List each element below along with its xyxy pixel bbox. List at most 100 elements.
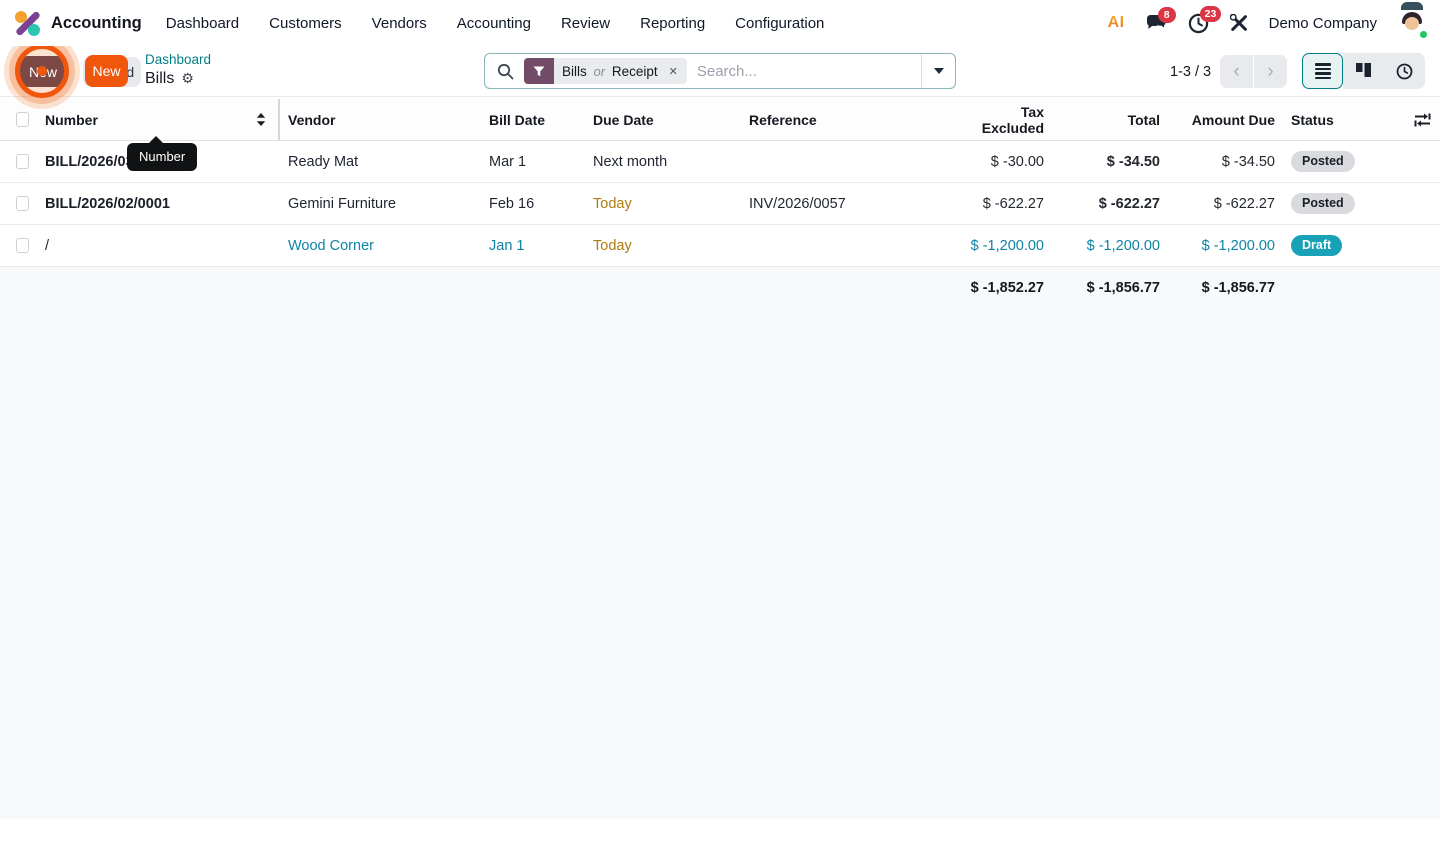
- vendor: Ready Mat: [280, 141, 481, 182]
- settings-gear-icon[interactable]: ⚙: [181, 70, 194, 88]
- table-row[interactable]: BILL/2026/03/0001 Ready Mat Mar 1 Next m…: [0, 141, 1440, 183]
- reference: INV/2026/0057: [741, 183, 953, 224]
- optional-columns-icon[interactable]: [1413, 99, 1432, 140]
- breadcrumb-dashboard-link[interactable]: Dashboard: [145, 52, 211, 69]
- vendor: Wood Corner: [280, 225, 481, 266]
- status-badge: Posted: [1291, 151, 1355, 172]
- search-input[interactable]: [697, 63, 921, 80]
- sort-icon: [256, 113, 270, 126]
- row-checkbox[interactable]: [16, 196, 29, 211]
- tax-excluded: $ -30.00: [953, 141, 1052, 182]
- online-status-dot: [1418, 29, 1429, 40]
- menu-accounting[interactable]: Accounting: [457, 15, 531, 32]
- menu-configuration[interactable]: Configuration: [735, 15, 824, 32]
- due-date: Today: [585, 183, 741, 224]
- table-row[interactable]: BILL/2026/02/0001 Gemini Furniture Feb 1…: [0, 183, 1440, 225]
- bill-number: BILL/2026/02/0001: [37, 183, 280, 224]
- list-view-icon: [1315, 63, 1331, 79]
- user-avatar[interactable]: [1398, 9, 1426, 37]
- amount-due: $ -622.27: [1168, 183, 1283, 224]
- table-header-row: Number Vendor Bill Date Due Date Referen…: [0, 99, 1440, 141]
- new-button[interactable]: New: [85, 55, 128, 87]
- total: $ -622.27: [1052, 183, 1168, 224]
- wrench-screwdriver-icon: [1230, 14, 1248, 32]
- messages-count-badge: 8: [1158, 7, 1176, 23]
- bill-date: Jan 1: [481, 225, 585, 266]
- menu-review[interactable]: Review: [561, 15, 610, 32]
- table-footer-area: $ -1,852.27 $ -1,856.77 $ -1,856.77: [0, 267, 1440, 819]
- status-badge: Posted: [1291, 193, 1355, 214]
- app-title[interactable]: Accounting: [51, 14, 142, 33]
- total: $ -1,200.00: [1052, 225, 1168, 266]
- column-header-due-date[interactable]: Due Date: [585, 99, 741, 140]
- facet-value-receipt: Receipt: [612, 64, 658, 79]
- column-header-bill-date[interactable]: Bill Date: [481, 99, 585, 140]
- reference: [741, 141, 953, 182]
- page-title: Bills: [145, 69, 174, 89]
- tools-icon[interactable]: [1230, 14, 1248, 32]
- bills-list-view: Number Vendor Bill Date Due Date Referen…: [0, 99, 1440, 819]
- messages-icon[interactable]: 8: [1146, 14, 1167, 33]
- view-kanban-button[interactable]: [1343, 53, 1384, 89]
- status-badge: Draft: [1291, 235, 1342, 256]
- total-tax-excluded: $ -1,852.27: [953, 267, 1052, 309]
- activities-count-badge: 23: [1200, 6, 1222, 22]
- search-facet-bills-or-receipt: Bills or Receipt ✕: [524, 58, 687, 84]
- activity-view-icon: [1396, 63, 1413, 80]
- pager-range: 1-3 / 3: [1170, 46, 1211, 97]
- amount-due: $ -1,200.00: [1168, 225, 1283, 266]
- total-amount-due: $ -1,856.77: [1168, 267, 1283, 309]
- menu-vendors[interactable]: Vendors: [372, 15, 427, 32]
- menu-dashboard[interactable]: Dashboard: [166, 15, 239, 32]
- column-header-status[interactable]: Status: [1283, 99, 1405, 140]
- menu-reporting[interactable]: Reporting: [640, 15, 705, 32]
- vendor: Gemini Furniture: [280, 183, 481, 224]
- search-bar: Bills or Receipt ✕: [484, 53, 956, 89]
- bill-number: /: [37, 225, 280, 266]
- due-date: Next month: [585, 141, 741, 182]
- accounting-app-logo-icon[interactable]: [14, 10, 41, 37]
- filter-icon: [524, 58, 554, 84]
- pager-previous-button[interactable]: ‹: [1220, 55, 1253, 88]
- bill-date: Feb 16: [481, 183, 585, 224]
- facet-separator: or: [591, 64, 609, 79]
- column-header-number[interactable]: Number: [37, 99, 280, 140]
- total: $ -34.50: [1052, 141, 1168, 182]
- column-tooltip: Number: [127, 143, 197, 171]
- search-dropdown-toggle[interactable]: [921, 54, 955, 88]
- view-switcher: [1302, 53, 1425, 89]
- view-list-button[interactable]: [1302, 53, 1343, 89]
- pager-next-button[interactable]: ›: [1254, 55, 1287, 88]
- kanban-view-icon: [1356, 63, 1372, 79]
- column-header-tax-excluded[interactable]: Tax Excluded: [953, 99, 1052, 140]
- chevron-down-icon: [934, 68, 944, 74]
- reference: [741, 225, 953, 266]
- select-all-checkbox[interactable]: [16, 112, 29, 127]
- table-row[interactable]: / Wood Corner Jan 1 Today $ -1,200.00 $ …: [0, 225, 1440, 267]
- row-checkbox[interactable]: [16, 154, 29, 169]
- totals-row: $ -1,852.27 $ -1,856.77 $ -1,856.77: [0, 267, 1440, 309]
- total-total: $ -1,856.77: [1052, 267, 1168, 309]
- menu-customers[interactable]: Customers: [269, 15, 342, 32]
- view-activity-button[interactable]: [1384, 53, 1425, 89]
- row-checkbox[interactable]: [16, 238, 29, 253]
- control-panel: New Upload New Dashboard Bills ⚙ Bills o…: [0, 46, 1440, 97]
- search-icon: [497, 63, 514, 80]
- due-date: Today: [585, 225, 741, 266]
- amount-due: $ -34.50: [1168, 141, 1283, 182]
- column-header-vendor[interactable]: Vendor: [280, 99, 481, 140]
- company-switcher[interactable]: Demo Company: [1269, 15, 1377, 32]
- column-header-total[interactable]: Total: [1052, 99, 1168, 140]
- activities-icon[interactable]: 23: [1188, 13, 1209, 34]
- facet-value-bills: Bills: [562, 64, 587, 79]
- tax-excluded: $ -1,200.00: [953, 225, 1052, 266]
- ai-icon[interactable]: AI: [1108, 14, 1125, 32]
- facet-remove-icon[interactable]: ✕: [666, 65, 687, 78]
- main-menu: Dashboard Customers Vendors Accounting R…: [166, 15, 825, 32]
- top-navbar: Accounting Dashboard Customers Vendors A…: [0, 0, 1440, 46]
- column-header-reference[interactable]: Reference: [741, 99, 953, 140]
- breadcrumb: Dashboard Bills ⚙: [145, 52, 211, 89]
- column-header-amount-due[interactable]: Amount Due: [1168, 99, 1283, 140]
- bill-date: Mar 1: [481, 141, 585, 182]
- new-button-highlighted[interactable]: New: [20, 56, 66, 87]
